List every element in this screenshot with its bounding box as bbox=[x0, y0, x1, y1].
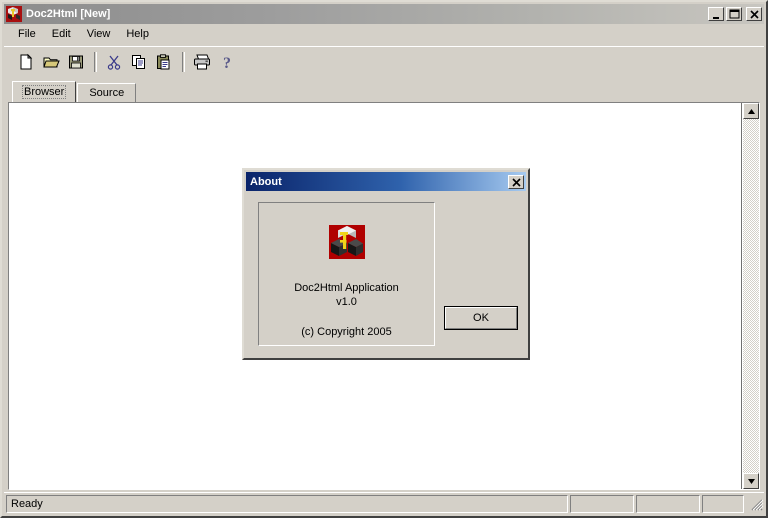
doc2html-logo bbox=[328, 225, 365, 259]
app-icon-glyph bbox=[6, 6, 22, 22]
scroll-down-arrow-icon bbox=[747, 478, 755, 484]
about-dialog-close-button[interactable] bbox=[508, 174, 524, 189]
close-button[interactable] bbox=[746, 7, 762, 21]
status-pane-1 bbox=[570, 494, 634, 513]
window-controls bbox=[708, 7, 762, 21]
minimize-icon bbox=[713, 17, 719, 19]
menu-item-edit[interactable]: Edit bbox=[44, 26, 79, 42]
tab-source-label: Source bbox=[89, 87, 125, 99]
window-titlebar[interactable]: Doc2Html [New] bbox=[4, 4, 764, 24]
paste-button[interactable] bbox=[152, 50, 176, 73]
save-button[interactable] bbox=[64, 50, 88, 73]
print-button[interactable] bbox=[190, 50, 214, 73]
copy-button[interactable] bbox=[127, 50, 151, 73]
vertical-scrollbar[interactable] bbox=[743, 103, 759, 489]
save-floppy-icon bbox=[69, 55, 83, 68]
paste-clipboard-icon bbox=[157, 53, 170, 69]
about-info-panel: Doc2Html Application v1.0 (c) Copyright … bbox=[258, 202, 435, 346]
ok-button-label: OK bbox=[445, 307, 517, 329]
about-dialog-body: Doc2Html Application v1.0 (c) Copyright … bbox=[246, 192, 526, 356]
ok-button[interactable]: OK bbox=[444, 306, 518, 330]
resize-grip-icon bbox=[751, 499, 764, 510]
minimize-button[interactable] bbox=[708, 7, 724, 21]
help-question-icon: ? bbox=[223, 55, 231, 71]
new-document-icon bbox=[20, 53, 33, 69]
about-app-name: Doc2Html Application bbox=[294, 282, 399, 294]
scroll-down-button[interactable] bbox=[743, 473, 759, 489]
statusbar: Ready bbox=[4, 492, 764, 514]
close-icon bbox=[512, 177, 521, 187]
status-pane-2 bbox=[636, 494, 700, 513]
maximize-button[interactable] bbox=[726, 7, 742, 21]
scroll-up-button[interactable] bbox=[743, 103, 759, 119]
tab-browser[interactable]: Browser bbox=[12, 81, 77, 102]
window-title: Doc2Html [New] bbox=[26, 8, 111, 20]
application-window: Doc2Html [New] File Edit View Help ? Bro… bbox=[0, 0, 768, 518]
doc2html-logo-icon bbox=[328, 225, 365, 259]
toolbar: ? bbox=[4, 46, 764, 76]
app-icon bbox=[6, 6, 22, 22]
menu-item-help[interactable]: Help bbox=[118, 26, 157, 42]
help-button[interactable]: ? bbox=[215, 50, 239, 73]
menu-item-view[interactable]: View bbox=[79, 26, 119, 42]
maximize-icon bbox=[729, 9, 740, 19]
print-icon bbox=[194, 54, 210, 69]
toolbar-separator-2 bbox=[182, 51, 185, 72]
cut-button[interactable] bbox=[102, 50, 126, 73]
new-document-button[interactable] bbox=[14, 50, 38, 73]
open-file-button[interactable] bbox=[39, 50, 63, 73]
cut-scissors-icon bbox=[107, 55, 121, 70]
scroll-up-arrow-icon bbox=[747, 108, 755, 114]
tabstrip: Browser Source bbox=[12, 81, 137, 102]
about-dialog-title: About bbox=[250, 175, 282, 188]
about-dialog: About Doc2Html Application v1.0 (c) Copy… bbox=[242, 168, 530, 360]
open-folder-icon bbox=[43, 57, 60, 67]
toolbar-separator-1 bbox=[94, 51, 97, 72]
copy-icon bbox=[132, 54, 145, 69]
menubar: File Edit View Help bbox=[4, 24, 764, 44]
tab-browser-label: Browser bbox=[22, 85, 67, 99]
svg-text:?: ? bbox=[223, 55, 231, 71]
about-copyright: (c) Copyright 2005 bbox=[301, 326, 392, 338]
menu-item-file[interactable]: File bbox=[10, 26, 44, 42]
status-pane-3 bbox=[702, 494, 744, 513]
tab-source[interactable]: Source bbox=[77, 83, 137, 102]
about-dialog-titlebar[interactable]: About bbox=[246, 172, 526, 191]
resize-grip[interactable] bbox=[748, 496, 764, 512]
close-icon bbox=[750, 10, 759, 19]
about-version: v1.0 bbox=[336, 296, 357, 308]
status-message: Ready bbox=[6, 494, 568, 513]
